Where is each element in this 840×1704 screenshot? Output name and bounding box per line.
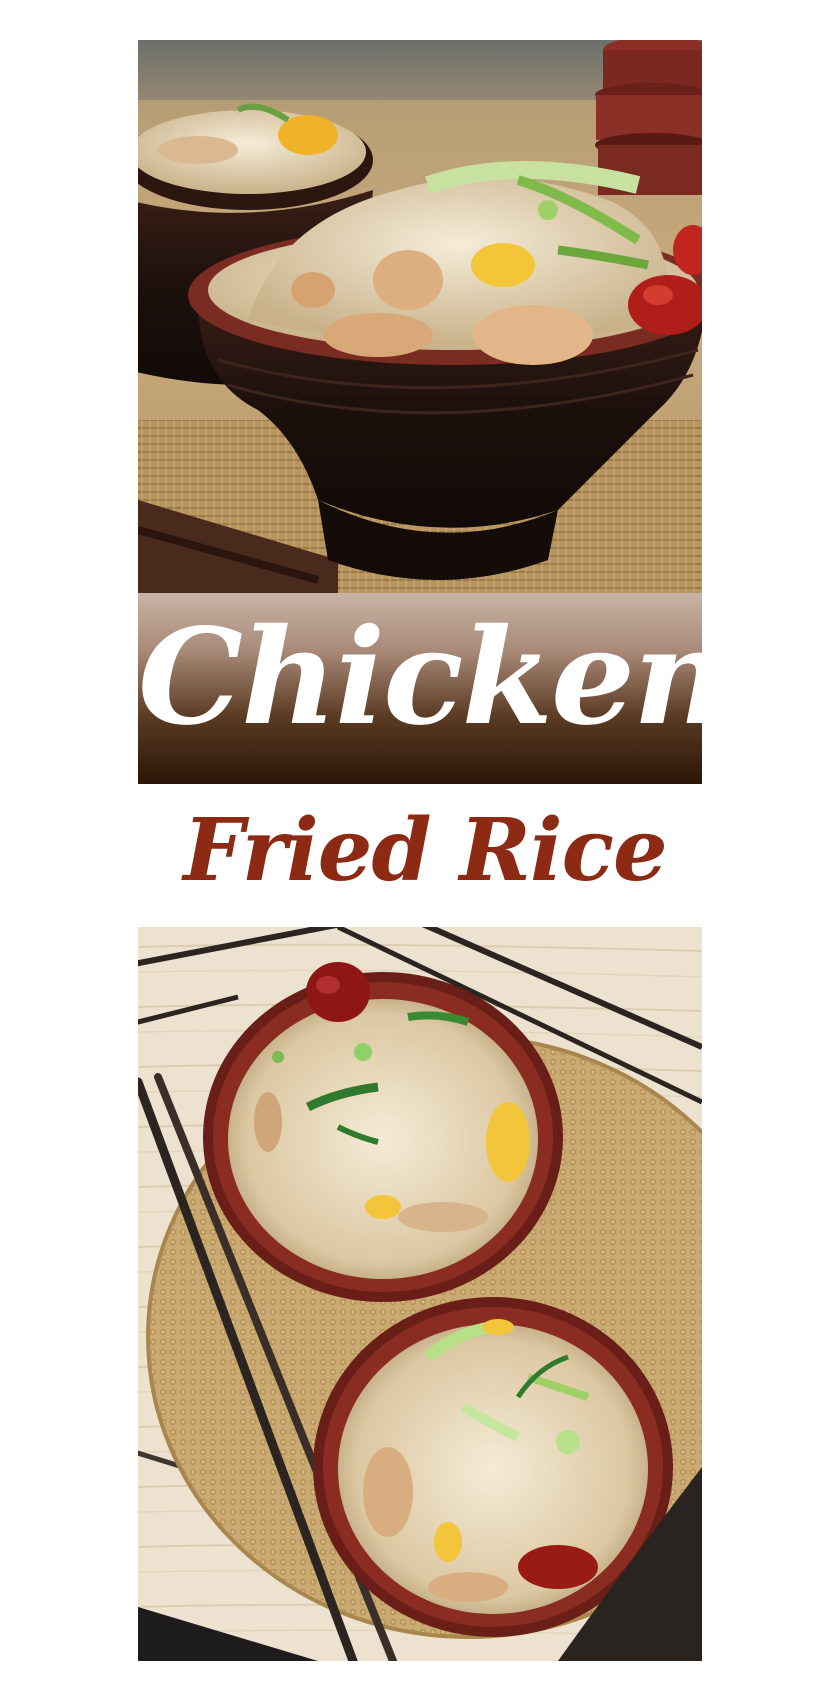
title-chicken: Chicken bbox=[138, 600, 702, 755]
title-banner: Chicken bbox=[138, 593, 702, 784]
top-food-photo bbox=[138, 40, 702, 593]
fried-rice-bowls-side-image bbox=[138, 40, 702, 593]
pin-graphic: Chicken Fried Rice bbox=[138, 40, 702, 1661]
title-fried-rice: Fried Rice bbox=[183, 800, 668, 901]
fried-rice-bowls-overhead-image bbox=[138, 927, 702, 1661]
bottom-food-photo bbox=[138, 927, 702, 1661]
subtitle-band: Fried Rice bbox=[138, 784, 702, 927]
